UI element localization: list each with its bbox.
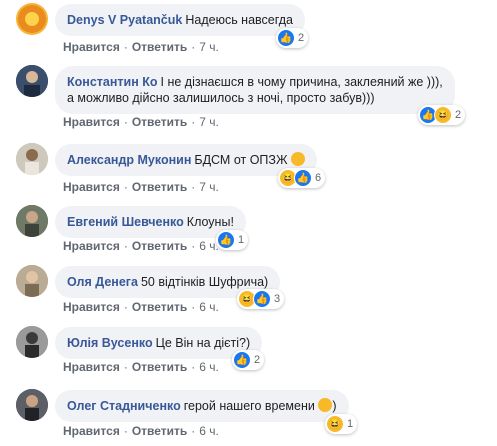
timestamp[interactable]: 6 ч.: [199, 300, 219, 314]
comment-bubble: Константин Ко І не дізнаєшся в чому причи…: [55, 66, 455, 114]
separator: ·: [191, 115, 196, 129]
comment-actions: Нравится · Ответить · 6 ч.: [63, 300, 219, 314]
timestamp[interactable]: 7 ч.: [199, 40, 219, 54]
reply-button[interactable]: Ответить: [132, 40, 187, 54]
reply-button[interactable]: Ответить: [132, 115, 187, 129]
reaction-summary[interactable]: 👍 😆 2: [418, 105, 466, 125]
avatar[interactable]: [16, 389, 48, 421]
comment-text: Клоуны!: [186, 215, 234, 229]
like-button[interactable]: Нравится: [63, 300, 120, 314]
like-button[interactable]: Нравится: [63, 180, 120, 194]
separator: ·: [191, 300, 196, 314]
comment-bubble: Александр Муконин БДСМ от ОПЗЖ: [55, 144, 317, 176]
comment-text: 50 відтінків Шуфрича): [140, 275, 269, 289]
comment-text: герой нашего времени: [183, 399, 315, 413]
reaction-count: 2: [254, 354, 261, 366]
comment-actions: Нравится · Ответить · 7 ч.: [63, 115, 219, 129]
reaction-summary[interactable]: 👍 2: [232, 350, 265, 370]
avatar[interactable]: [16, 205, 48, 237]
reaction-summary[interactable]: 👍 1: [216, 230, 249, 250]
like-icon: 👍: [217, 231, 235, 249]
comment-text-line2: а можливо дійсно залишилось з ночі, прос…: [67, 91, 375, 105]
smirk-icon: [318, 398, 333, 412]
avatar[interactable]: [16, 143, 48, 175]
like-button[interactable]: Нравится: [63, 40, 120, 54]
comment-author[interactable]: Юлія Вусенко: [67, 336, 153, 350]
reaction-count: 1: [238, 234, 245, 246]
reply-button[interactable]: Ответить: [132, 360, 187, 374]
reaction-count: 2: [298, 32, 305, 44]
like-icon: 👍: [277, 29, 295, 47]
avatar[interactable]: [16, 65, 48, 97]
timestamp[interactable]: 7 ч.: [199, 115, 219, 129]
separator: ·: [191, 424, 196, 438]
like-button[interactable]: Нравится: [63, 115, 120, 129]
like-button[interactable]: Нравится: [63, 239, 120, 253]
reaction-summary[interactable]: 😆 👍 6: [278, 168, 326, 188]
reply-button[interactable]: Ответить: [132, 424, 187, 438]
separator: ·: [191, 180, 196, 194]
comment-author[interactable]: Евгений Шевченко: [67, 215, 184, 229]
separator: ·: [123, 180, 128, 194]
comment-author[interactable]: Александр Муконин: [67, 153, 191, 167]
separator: ·: [123, 300, 128, 314]
like-icon: 👍: [253, 290, 271, 308]
comment-text: Надеюсь навсегда: [185, 13, 293, 27]
comment-bubble: Denys V Pyatančuk Надеюсь навсегда: [55, 4, 305, 36]
separator: ·: [191, 239, 196, 253]
avatar[interactable]: [16, 265, 48, 297]
comment-text: Це Він на дієті?): [155, 336, 251, 350]
separator: ·: [123, 115, 128, 129]
reply-button[interactable]: Ответить: [132, 300, 187, 314]
separator: ·: [123, 424, 128, 438]
like-icon: 👍: [294, 169, 312, 187]
haha-icon: 😆: [326, 415, 344, 433]
separator: ·: [123, 360, 128, 374]
reaction-summary[interactable]: 😆 👍 3: [237, 289, 285, 309]
comment-actions: Нравится · Ответить · 6 ч.: [63, 239, 219, 253]
comment-text: БДСМ от ОПЗЖ: [194, 153, 288, 167]
like-button[interactable]: Нравится: [63, 424, 120, 438]
separator: ·: [123, 40, 128, 54]
comment-bubble: Олег Стадниченко герой нашего времени ): [55, 390, 349, 422]
reply-button[interactable]: Ответить: [132, 239, 187, 253]
reaction-count: 3: [274, 293, 281, 305]
comment-author[interactable]: Олег Стадниченко: [67, 399, 181, 413]
reaction-count: 2: [455, 109, 462, 121]
comment-bubble: Юлія Вусенко Це Він на дієті?): [55, 327, 263, 359]
separator: ·: [191, 360, 196, 374]
comment-actions: Нравится · Ответить · 6 ч.: [63, 424, 219, 438]
timestamp[interactable]: 6 ч.: [199, 239, 219, 253]
timestamp[interactable]: 6 ч.: [199, 360, 219, 374]
comment-actions: Нравится · Ответить · 6 ч.: [63, 360, 219, 374]
comment-actions: Нравится · Ответить · 7 ч.: [63, 180, 219, 194]
smile-icon: [290, 152, 305, 166]
timestamp[interactable]: 6 ч.: [199, 424, 219, 438]
comment-actions: Нравится · Ответить · 7 ч.: [63, 40, 219, 54]
reaction-count: 6: [315, 172, 322, 184]
avatar[interactable]: [16, 326, 48, 358]
comment-author[interactable]: Оля Денега: [67, 275, 138, 289]
like-icon: 👍: [233, 351, 251, 369]
comment-text: І не дізнаєшся в чому причина, заклеяний…: [160, 75, 443, 89]
avatar[interactable]: [16, 3, 48, 35]
haha-icon: 😆: [434, 106, 452, 124]
comment-author[interactable]: Константин Ко: [67, 75, 158, 89]
like-button[interactable]: Нравится: [63, 360, 120, 374]
reaction-summary[interactable]: 👍 2: [276, 28, 309, 48]
timestamp[interactable]: 7 ч.: [199, 180, 219, 194]
reply-button[interactable]: Ответить: [132, 180, 187, 194]
reaction-count: 1: [347, 418, 354, 430]
separator: ·: [191, 40, 196, 54]
separator: ·: [123, 239, 128, 253]
comment-author[interactable]: Denys V Pyatančuk: [67, 13, 182, 27]
reaction-summary[interactable]: 😆 1: [325, 414, 358, 434]
